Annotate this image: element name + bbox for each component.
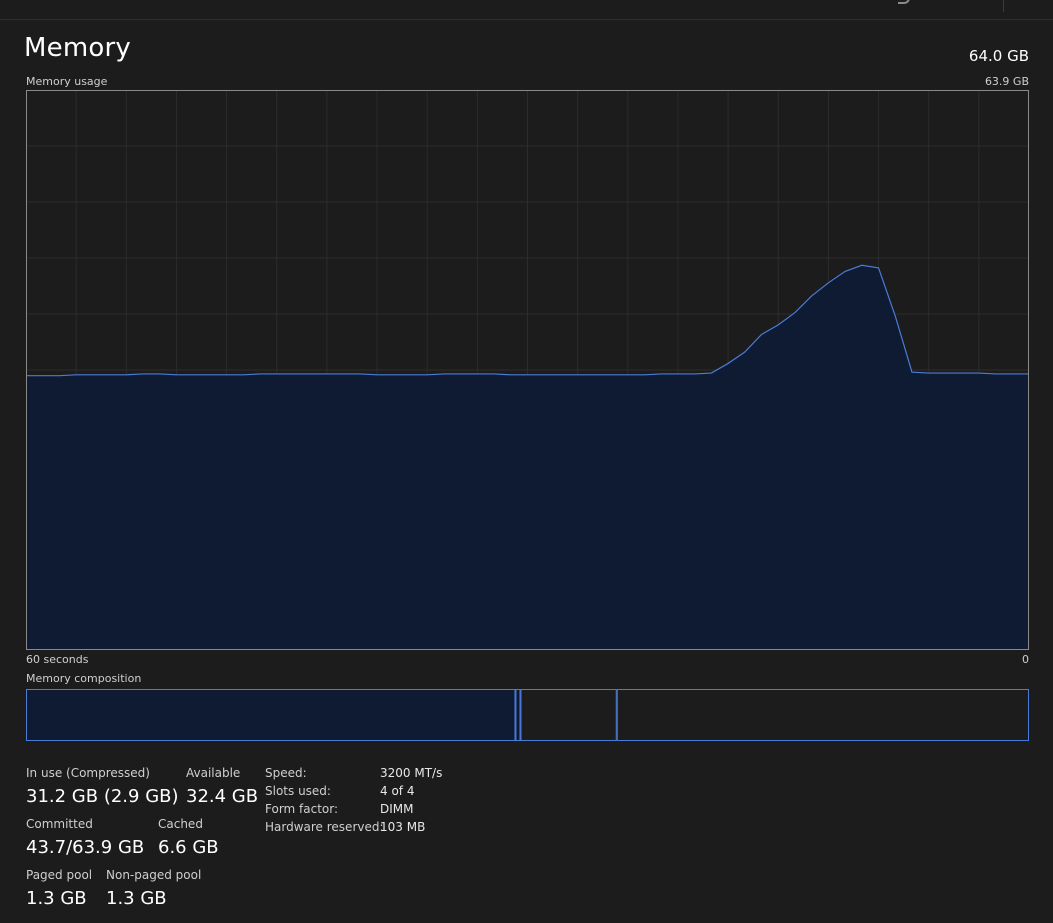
non-paged-pool-value: 1.3 GB [106,888,167,909]
committed-label: Committed [26,817,93,831]
memory-composition-bar [26,689,1030,741]
composition-modified [515,689,521,741]
cached-label: Cached [158,817,203,831]
time-axis-start: 60 seconds [26,653,89,666]
toolbar-divider [1003,0,1004,12]
composition-standby [520,689,617,741]
partial-icon [898,0,910,4]
hardware-reserved-value: 103 MB [380,820,426,834]
top-bar [0,0,1053,20]
time-axis-end: 0 [1022,653,1029,666]
cached-value: 6.6 GB [158,837,219,858]
page-title: Memory [24,33,131,63]
memory-usage-label: Memory usage [26,75,108,88]
form-factor-value: DIMM [380,802,414,816]
composition-in-use [26,689,516,741]
paged-pool-label: Paged pool [26,868,93,882]
available-label: Available [186,766,241,780]
in-use-value: 31.2 GB (2.9 GB) [26,786,179,807]
memory-usage-chart [26,90,1029,650]
non-paged-pool-label: Non-paged pool [106,868,202,882]
available-value: 32.4 GB [186,786,259,807]
in-use-label: In use (Compressed) [26,766,150,780]
committed-value: 43.7/63.9 GB [26,837,145,858]
paged-pool-value: 1.3 GB [26,888,87,909]
memory-composition-label: Memory composition [26,672,142,685]
form-factor-label: Form factor: [265,802,339,816]
memory-composition-graph [26,689,1030,741]
memory-usage-graph [26,90,1029,650]
speed-label: Speed: [265,766,307,780]
composition-free [616,689,1030,741]
slots-used-label: Slots used: [265,784,331,798]
total-memory: 64.0 GB [968,47,1029,65]
speed-value: 3200 MT/s [380,766,443,780]
hardware-reserved-label: Hardware reserved: [265,820,384,834]
slots-used-value: 4 of 4 [380,784,415,798]
memory-usage-max: 63.9 GB [984,75,1029,88]
